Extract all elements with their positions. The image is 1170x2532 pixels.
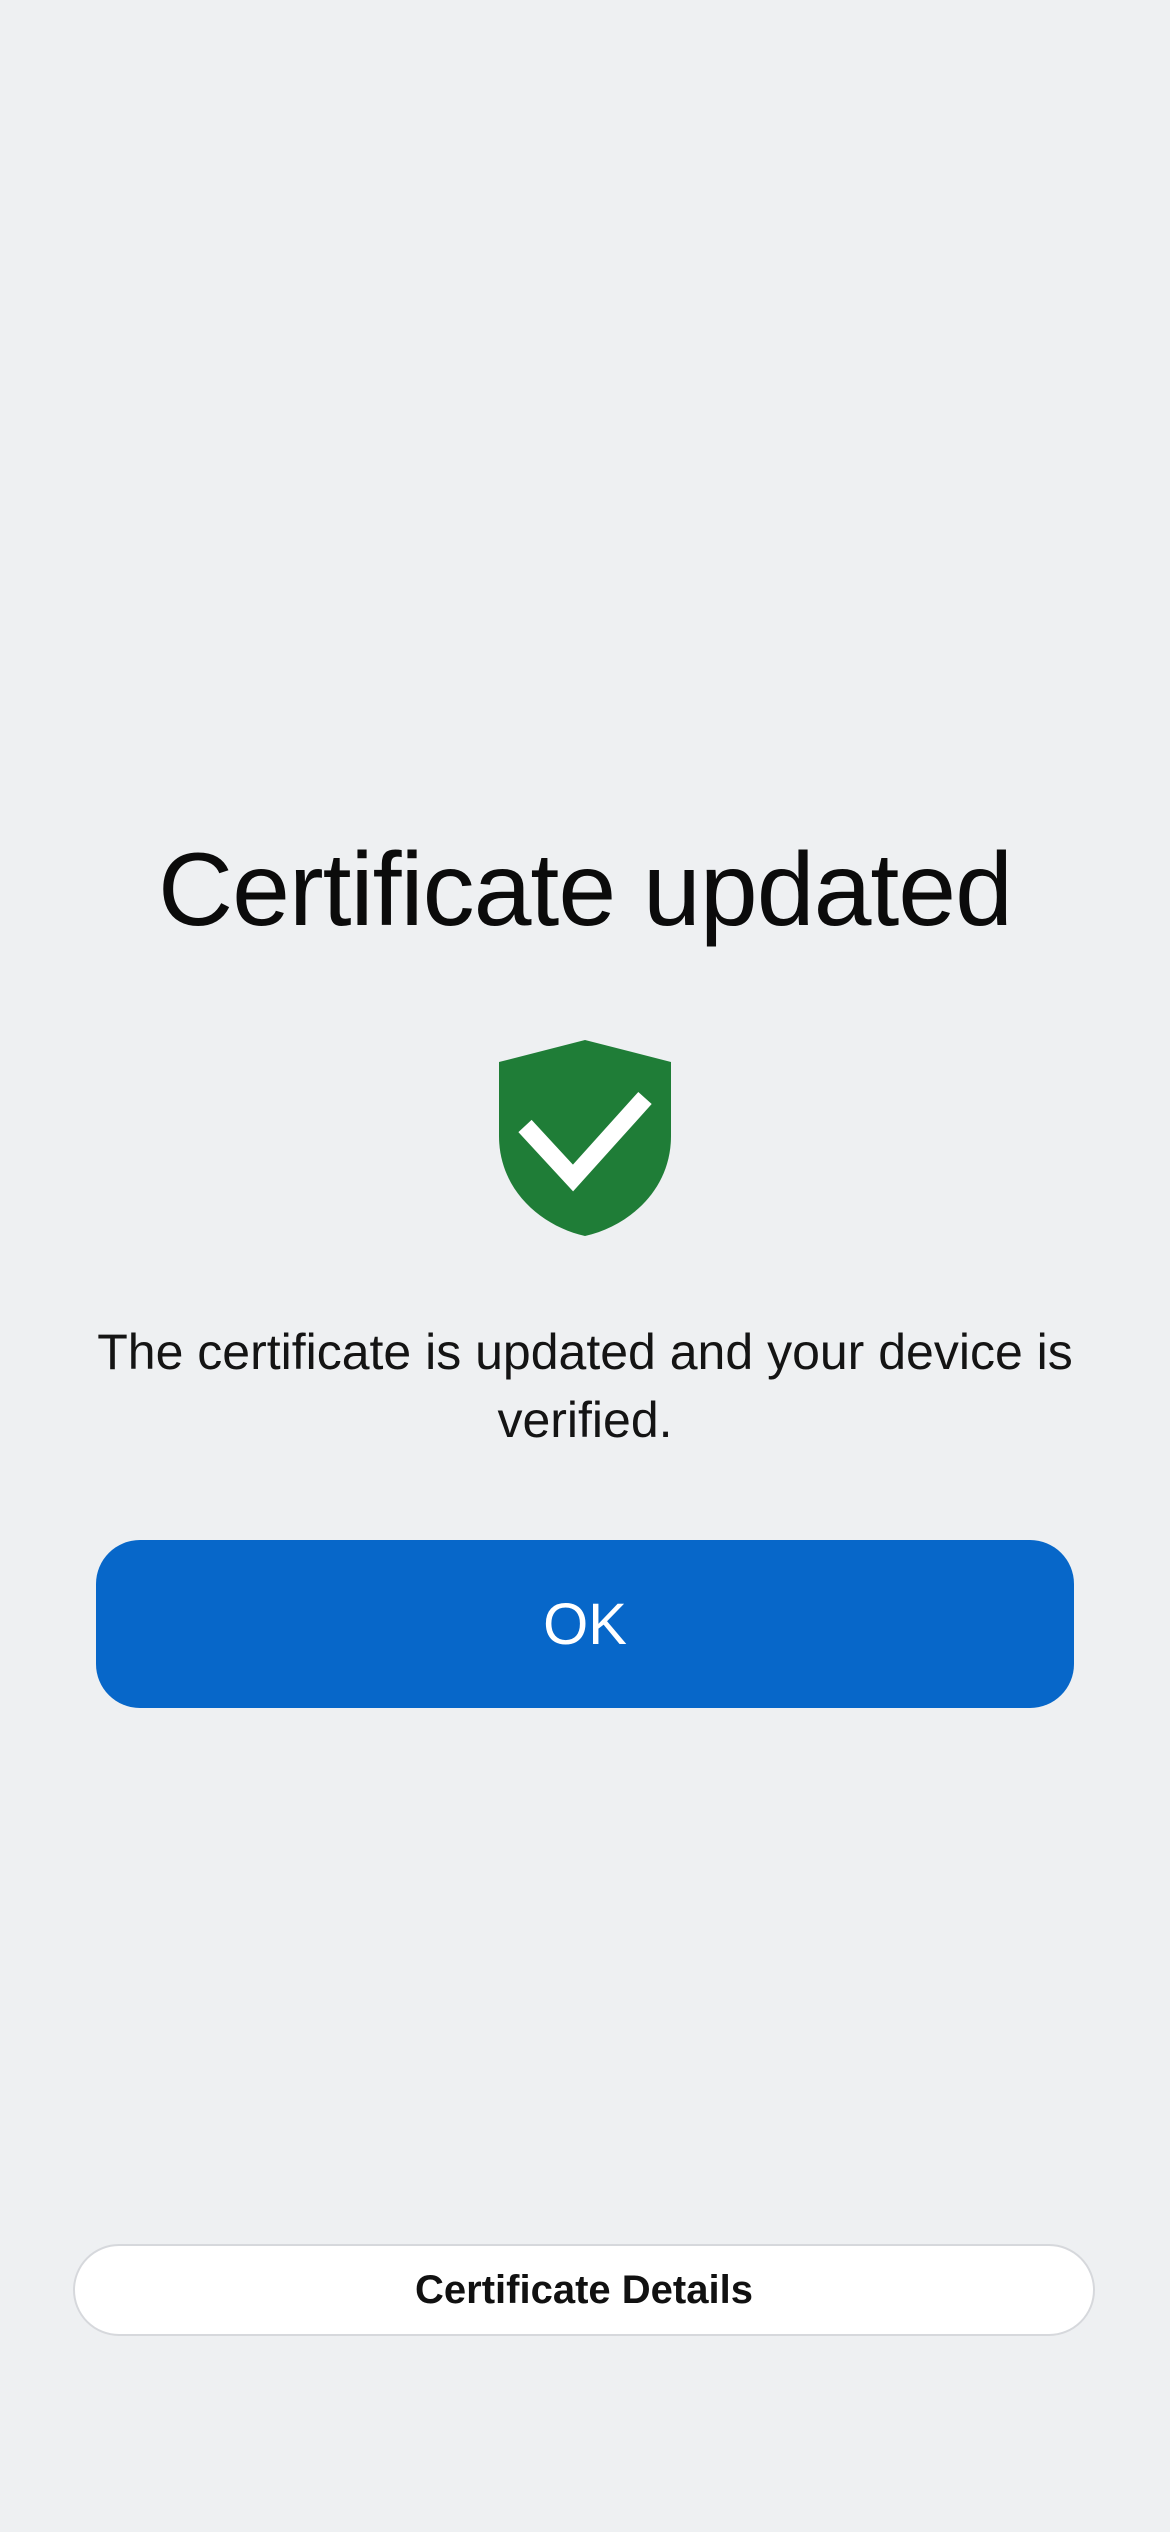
certificate-details-button[interactable]: Certificate Details: [73, 2244, 1095, 2336]
ok-button[interactable]: OK: [96, 1540, 1074, 1708]
page-title: Certificate updated: [158, 832, 1013, 948]
status-message: The certificate is updated and your devi…: [97, 1324, 1073, 1448]
shield-check-icon: [499, 1040, 671, 1236]
